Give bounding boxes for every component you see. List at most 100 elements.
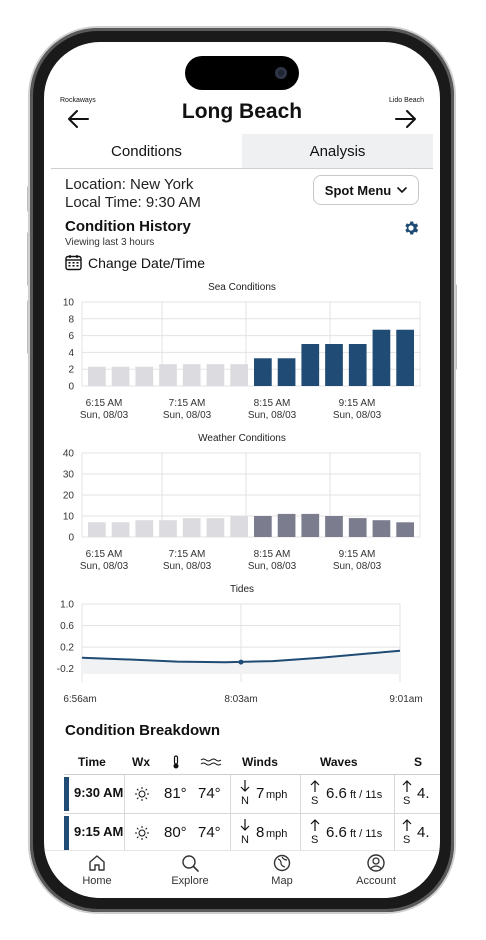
x-tick-time: 8:15 AM [254,549,291,560]
row-accent [64,816,69,850]
y-tick-label: 10 [63,298,75,309]
nav-home[interactable]: Home [57,853,137,887]
col-divider [230,814,231,852]
chevron-down-icon [397,187,408,193]
wave-height: 6.6 [326,785,347,802]
gear-icon[interactable] [402,219,420,237]
col-divider [300,775,301,813]
y-tick-label: 20 [63,491,75,502]
y-tick-label: 10 [63,512,75,523]
y-tick-label: 0.6 [60,621,74,632]
nav-map-label: Map [271,875,293,887]
nav-explore[interactable]: Explore [150,853,230,887]
bar [135,520,154,537]
weather-conditions-chart: 4030201006:15 AMSun, 08/037:15 AMSun, 08… [63,449,421,572]
sea-chart-title: Sea Conditions [208,282,276,293]
bar [111,522,130,537]
air-temp: 81° [164,785,187,802]
arrow-down-icon [240,780,250,792]
bar [182,518,201,537]
nav-explore-label: Explore [171,875,209,887]
y-tick-label: 4 [68,348,74,359]
swell-value: 4. [417,824,430,841]
col-divider [300,814,301,852]
y-tick-label: 6 [68,331,74,342]
y-tick-label: 0 [68,533,74,544]
water-temp: 74° [198,785,221,802]
condition-history-title: Condition History [65,218,191,235]
bar [277,358,296,386]
bar [372,329,391,386]
table-row[interactable]: 9:30 AM 81° 74° N 7 mph S 6.6 ft / 11s S… [64,775,440,814]
x-tick-date: Sun, 08/03 [333,410,382,421]
x-tick-time: 6:15 AM [86,398,123,409]
header-wx: Wx [132,755,150,769]
camera-icon [275,67,287,79]
bar [301,513,320,537]
x-tick-date: Sun, 08/03 [163,561,212,572]
bar [206,518,225,537]
bar [159,364,177,386]
col-divider [394,814,395,852]
header-swell: S [414,755,423,769]
bar [301,344,320,386]
bar [325,344,343,386]
bar [88,522,106,537]
calendar-icon [65,255,82,271]
condition-breakdown-title: Condition Breakdown [65,722,220,739]
wind-speed: 7 [256,785,265,802]
page-title: Long Beach [181,100,303,123]
bar [277,513,296,537]
y-tick-label: 8 [68,314,74,325]
location-text: Location: New York [65,176,194,193]
nav-map[interactable]: Map [242,853,322,887]
table-row[interactable]: 9:15 AM 80° 74° N 8 mph S 6.6 ft / 11s S… [64,814,440,853]
wave-direction: S [311,834,319,846]
y-tick-label: 0 [68,382,74,393]
phone-frame: Rockaways Lido Beach Long Beach Conditio… [30,28,454,912]
water-temp: 74° [198,824,221,841]
bar [348,344,367,386]
x-tick-date: Sun, 08/03 [248,561,297,572]
nav-home-label: Home [82,875,112,887]
row-time: 9:30 AM [74,785,124,800]
x-tick-date: Sun, 08/03 [80,410,129,421]
x-tick-date: Sun, 08/03 [333,561,382,572]
tides-chart-title: Tides [229,584,255,595]
bar [111,366,130,386]
home-icon [89,855,105,871]
thermometer-icon [173,755,179,769]
tide-marker [238,659,244,665]
tab-conditions[interactable]: Conditions [51,134,242,168]
local-time-text: Local Time: 9:30 AM [65,194,201,211]
x-tick-time: 9:15 AM [339,398,376,409]
header-waves: Waves [320,755,358,769]
col-divider [394,775,395,813]
arrow-up-icon [310,819,320,831]
x-tick-label: 8:03am [224,694,257,705]
spot-menu-button[interactable]: Spot Menu [313,175,419,205]
wind-unit: mph [266,789,288,801]
bar [206,364,225,386]
app-screen: Rockaways Lido Beach Long Beach Conditio… [44,42,440,898]
dynamic-island [185,56,299,90]
spot-menu-label: Spot Menu [324,182,392,198]
bar [88,366,106,386]
change-date-button[interactable]: Change Date/Time [65,254,205,271]
arrow-up-icon [310,780,320,792]
bar [396,329,414,386]
arrow-down-icon [240,819,250,831]
tab-analysis[interactable]: Analysis [242,134,433,168]
wind-direction: N [241,834,249,846]
breakdown-table: Time Wx Winds Waves S 9:30 AM 81° 74° N … [64,750,440,853]
wave-unit: ft / 11s [350,789,383,801]
x-tick-date: Sun, 08/03 [248,410,297,421]
bar [230,364,248,386]
col-divider [124,775,125,813]
bar [396,522,414,537]
header-winds: Winds [242,755,278,769]
weather-chart-title: Weather Conditions [198,433,286,444]
x-tick-time: 7:15 AM [169,549,206,560]
nav-account[interactable]: Account [336,853,416,887]
row-time: 9:15 AM [74,824,124,839]
